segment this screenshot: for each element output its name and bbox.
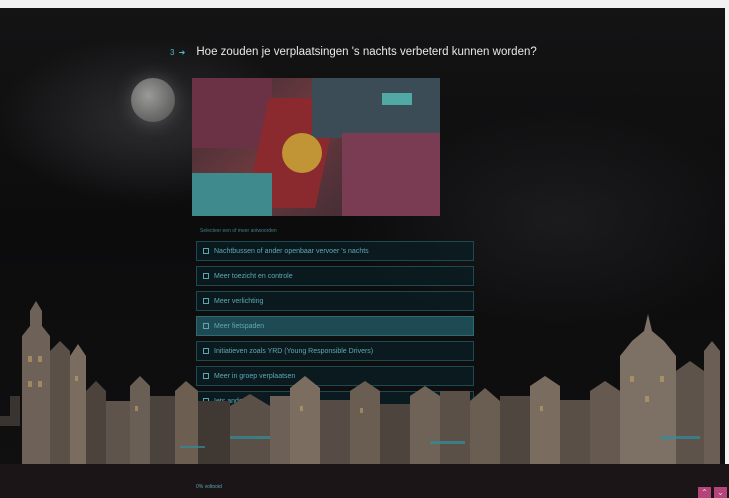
answer-option-label: Meer toezicht en controle bbox=[214, 272, 293, 280]
city-skyline-image bbox=[0, 301, 720, 464]
question-hint: Selecteer een of meer antwoorden bbox=[200, 228, 277, 234]
question-number: 3 ➜ bbox=[170, 47, 187, 57]
checkbox-icon bbox=[203, 248, 209, 254]
progress-status: 0% voltooid bbox=[196, 484, 222, 490]
nav-previous-button[interactable]: ⌃ bbox=[698, 487, 711, 498]
moon-image bbox=[131, 78, 175, 122]
nav-next-button[interactable]: ⌄ bbox=[714, 487, 727, 498]
question-photo bbox=[192, 78, 440, 216]
question-header: 3 ➜ Hoe zouden je verplaatsingen 's nach… bbox=[170, 46, 537, 58]
bottom-bar: 0% voltooid bbox=[0, 464, 729, 498]
window-frame-top bbox=[0, 0, 729, 8]
question-title: Hoe zouden je verplaatsingen 's nachts v… bbox=[196, 46, 537, 58]
answer-option[interactable]: Meer toezicht en controle bbox=[196, 266, 474, 286]
answer-option-label: Nachtbussen of ander openbaar vervoer 's… bbox=[214, 247, 369, 255]
answer-option[interactable]: Nachtbussen of ander openbaar vervoer 's… bbox=[196, 241, 474, 261]
checkbox-icon bbox=[203, 273, 209, 279]
